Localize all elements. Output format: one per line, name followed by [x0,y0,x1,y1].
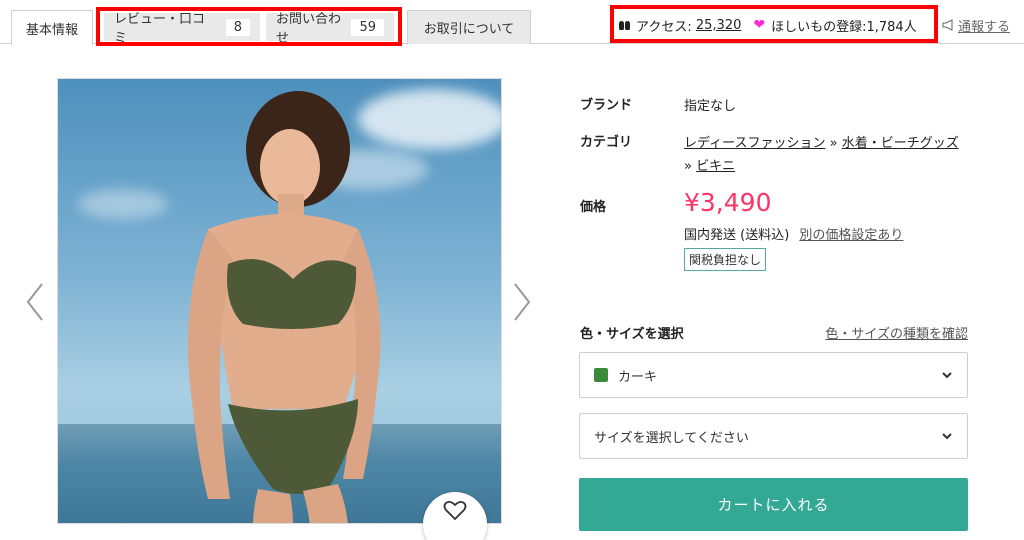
add-to-cart-button[interactable]: カートに入れる [579,478,968,531]
chevron-down-icon [942,372,952,379]
tab-inquiries[interactable]: お問い合わせ 59 [266,12,394,46]
category-breadcrumb-2: » ビキニ [684,155,735,174]
shipping-text: 国内発送 (送料込) [684,228,790,243]
tab-basic-info[interactable]: 基本情報 [11,10,93,45]
model-figure [188,91,381,523]
category-breadcrumb: レディースファッション » 水着・ビーチグッズ [684,132,959,151]
brand-label: ブランド [580,98,633,113]
access-count-link[interactable]: 25,320 [696,18,742,33]
color-select-value: カーキ [618,369,658,385]
shipping-info: 国内発送 (送料込) 別の価格設定あり [684,224,903,243]
category-link-swimwear[interactable]: 水着・ビーチグッズ [842,136,959,151]
price-label: 価格 [580,200,607,215]
color-swatch [594,368,608,382]
category-separator: » [684,159,692,174]
size-select-placeholder: サイズを選択してください [594,430,749,446]
category-separator: » [829,136,838,151]
tab-reviews-label: レビュー・口コミ [114,12,206,46]
tab-bar: 基本情報 レビュー・口コミ 8 お問い合わせ 59 お取引について アクセス: … [0,0,1024,46]
tab-reviews[interactable]: レビュー・口コミ 8 [104,12,260,46]
heart-icon: ❤ [753,17,766,33]
category-link-bikini[interactable]: ビキニ [696,159,735,174]
tab-trade-info-label: お取引について [423,22,515,37]
access-stats: アクセス: 25,320 ❤ ほしいもの登録:1,784人 [619,14,917,36]
report-link-wrap[interactable]: 通報する [942,14,1010,36]
brand-value: 指定なし [684,99,737,114]
megaphone-icon [942,19,953,31]
tab-basic-info-label: 基本情報 [25,22,78,38]
chevron-left-icon[interactable] [24,282,46,322]
tab-inquiries-label: お問い合わせ [276,12,342,46]
color-select[interactable]: カーキ [579,352,968,398]
access-label: アクセス: [636,19,692,35]
price-value: ¥3,490 [684,188,772,217]
variant-types-link[interactable]: 色・サイズの種類を確認 [825,323,968,342]
chevron-down-icon [942,433,952,440]
favorite-heart-icon [443,500,467,521]
review-count-badge: 8 [225,18,250,36]
duty-free-badge: 関税負担なし [684,248,767,271]
selection-title: 色・サイズを選択 [580,327,684,342]
other-price-link[interactable]: 別の価格設定あり [799,228,903,243]
category-label: カテゴリ [580,135,633,150]
size-select[interactable]: サイズを選択してください [579,413,968,459]
chevron-right-icon[interactable] [511,282,533,322]
inquiry-count-badge: 59 [351,18,384,36]
tab-trade-info[interactable]: お取引について [407,10,531,44]
product-image[interactable] [57,78,502,524]
wishlist-count: ほしいもの登録:1,784人 [771,19,917,35]
report-link[interactable]: 通報する [958,16,1010,35]
footprints-icon [619,20,630,30]
category-link-ladies[interactable]: レディースファッション [684,136,825,151]
